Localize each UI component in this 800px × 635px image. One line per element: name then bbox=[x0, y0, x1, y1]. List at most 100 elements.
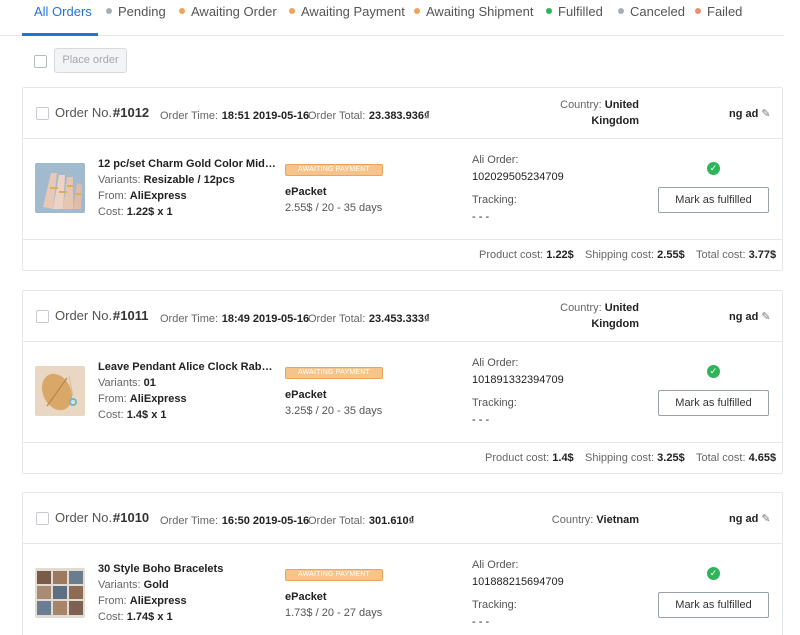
product-source: From: AliExpress bbox=[98, 593, 278, 609]
order-checkbox[interactable] bbox=[36, 107, 49, 120]
order-header: Order No.: #1010 Order Time: 16:50 2019-… bbox=[23, 493, 782, 544]
order-card: Order No.: #1011 Order Time: 18:49 2019-… bbox=[22, 290, 783, 474]
product-info: 30 Style Boho Bracelets Variants: Gold F… bbox=[98, 561, 278, 625]
total-cost-label: Total cost: bbox=[696, 452, 746, 464]
country-value-line1: Vietnam bbox=[596, 514, 639, 526]
product-variants: Variants: Resizable / 12pcs bbox=[98, 172, 278, 188]
order-total-value: 23.453.333₫ bbox=[368, 313, 430, 325]
tab-all-orders[interactable]: All Orders bbox=[34, 4, 92, 20]
status-badge: AWAITING PAYMENT bbox=[285, 164, 383, 176]
from-value: AliExpress bbox=[129, 190, 187, 202]
tab-awaiting-payment[interactable]: Awaiting Payment bbox=[289, 4, 405, 20]
tab-pending[interactable]: Pending bbox=[106, 4, 166, 20]
product-variants: Variants: 01 bbox=[98, 375, 278, 391]
edit-pencil-icon[interactable]: ✎ bbox=[761, 512, 770, 525]
status-dot-icon bbox=[546, 8, 552, 14]
tab-label: Failed bbox=[707, 4, 743, 19]
tab-canceled[interactable]: Canceled bbox=[618, 4, 685, 20]
order-total: Order Total: 23.453.333₫ bbox=[308, 310, 430, 325]
order-line-item: Leave Pendant Alice Clock Rabbit ... Var… bbox=[23, 342, 782, 443]
product-name[interactable]: 12 pc/set Charm Gold Color Midi Fi... bbox=[98, 156, 278, 172]
order-header: Order No.: #1011 Order Time: 18:49 2019-… bbox=[23, 291, 782, 342]
shipping-method: ePacket bbox=[285, 591, 327, 603]
order-number: #1010 bbox=[113, 510, 150, 525]
from-value: AliExpress bbox=[129, 393, 187, 405]
order-country: Country: United Kingdom bbox=[543, 97, 639, 129]
variants-label: Variants: bbox=[98, 174, 141, 186]
mark-fulfilled-button[interactable]: Mark as fulfilled bbox=[658, 592, 769, 618]
product-cost: Cost: 1.74$ x 1 bbox=[98, 609, 278, 625]
product-variants: Variants: Gold bbox=[98, 577, 278, 593]
shipping-cost-summary: Shipping cost: 3.25$ bbox=[585, 452, 685, 464]
fulfilled-check-icon: ✓ bbox=[707, 365, 720, 378]
order-country: Country: Vietnam bbox=[543, 512, 639, 528]
cost-label: Cost: bbox=[98, 409, 124, 421]
country-label: Country: bbox=[560, 302, 602, 314]
edit-pencil-icon[interactable]: ✎ bbox=[761, 310, 770, 323]
product-cost-summary: Product cost: 1.22$ bbox=[479, 249, 574, 261]
store-name[interactable]: ng ad ✎ bbox=[729, 512, 771, 525]
edit-pencil-icon[interactable]: ✎ bbox=[761, 107, 770, 120]
total-cost-summary: Total cost: 4.65$ bbox=[696, 452, 776, 464]
variants-label: Variants: bbox=[98, 377, 141, 389]
country-value-line2: Kingdom bbox=[591, 115, 639, 127]
order-time-value: 18:51 2019-05-16 bbox=[221, 110, 310, 122]
tab-awaiting-order[interactable]: Awaiting Order bbox=[179, 4, 277, 20]
order-total-label: Order Total: bbox=[308, 313, 366, 325]
product-info: Leave Pendant Alice Clock Rabbit ... Var… bbox=[98, 359, 278, 423]
store-label: ng ad bbox=[729, 108, 759, 120]
tab-awaiting-shipment[interactable]: Awaiting Shipment bbox=[414, 4, 533, 20]
place-order-button[interactable]: Place order bbox=[54, 48, 127, 73]
status-dot-icon bbox=[106, 8, 112, 14]
product-cost-label: Product cost: bbox=[479, 249, 544, 261]
store-label: ng ad bbox=[729, 513, 759, 525]
tab-fulfilled[interactable]: Fulfilled bbox=[546, 4, 603, 20]
product-name[interactable]: Leave Pendant Alice Clock Rabbit ... bbox=[98, 359, 278, 375]
ali-order-number[interactable]: 102029505234709 bbox=[472, 169, 564, 186]
order-status-tabs: All Orders Pending Awaiting Order Awaiti… bbox=[0, 0, 784, 36]
shipping-detail: 1.73$ / 20 - 27 days bbox=[285, 607, 383, 619]
product-cost-value: 1.22$ bbox=[546, 249, 574, 261]
order-time-label: Order Time: bbox=[160, 313, 219, 325]
tracking-value: - - - bbox=[472, 616, 490, 628]
order-checkbox[interactable] bbox=[36, 512, 49, 525]
order-number-label: Order No.: bbox=[55, 308, 116, 323]
mark-fulfilled-button[interactable]: Mark as fulfilled bbox=[658, 390, 769, 416]
country-value-line2: Kingdom bbox=[591, 318, 639, 330]
ali-order-number[interactable]: 101888215694709 bbox=[472, 574, 564, 591]
total-cost-summary: Total cost: 3.77$ bbox=[696, 249, 776, 261]
order-total: Order Total: 23.383.936₫ bbox=[308, 107, 430, 122]
tab-failed[interactable]: Failed bbox=[695, 4, 742, 20]
order-total-value: 301.610₫ bbox=[368, 515, 415, 527]
variants-value: 01 bbox=[143, 377, 156, 389]
variants-label: Variants: bbox=[98, 579, 141, 591]
ali-order-number[interactable]: 101891332394709 bbox=[472, 372, 564, 389]
order-time: Order Time: 18:49 2019-05-16 bbox=[160, 310, 309, 325]
product-thumbnail[interactable] bbox=[35, 568, 85, 618]
select-all-checkbox[interactable] bbox=[34, 55, 47, 68]
order-cost-summary: Product cost: 1.22$ Shipping cost: 2.55$… bbox=[23, 240, 782, 270]
country-value-line1: United bbox=[604, 99, 639, 111]
status-badge: AWAITING PAYMENT bbox=[285, 569, 383, 581]
product-source: From: AliExpress bbox=[98, 188, 278, 204]
product-thumbnail[interactable] bbox=[35, 163, 85, 213]
fulfilled-check-icon: ✓ bbox=[707, 162, 720, 175]
shipping-method: ePacket bbox=[285, 389, 327, 401]
total-cost-value: 4.65$ bbox=[748, 452, 777, 464]
shipping-info: ePacket 1.73$ / 20 - 27 days bbox=[285, 589, 382, 621]
status-dot-icon bbox=[414, 8, 420, 14]
product-thumbnail[interactable] bbox=[35, 366, 85, 416]
order-checkbox[interactable] bbox=[36, 310, 49, 323]
order-total-label: Order Total: bbox=[308, 515, 366, 527]
product-name[interactable]: 30 Style Boho Bracelets bbox=[98, 561, 278, 577]
tab-label: Awaiting Payment bbox=[301, 4, 405, 19]
cost-value: 1.4$ x 1 bbox=[126, 409, 167, 421]
store-name[interactable]: ng ad ✎ bbox=[729, 107, 771, 120]
product-cost-value: 1.4$ bbox=[552, 452, 574, 464]
status-dot-icon bbox=[179, 8, 185, 14]
store-name[interactable]: ng ad ✎ bbox=[729, 310, 771, 323]
tab-label: Awaiting Order bbox=[191, 4, 277, 19]
mark-fulfilled-button[interactable]: Mark as fulfilled bbox=[658, 187, 769, 213]
tab-label: Fulfilled bbox=[558, 4, 603, 19]
order-time-label: Order Time: bbox=[160, 515, 219, 527]
